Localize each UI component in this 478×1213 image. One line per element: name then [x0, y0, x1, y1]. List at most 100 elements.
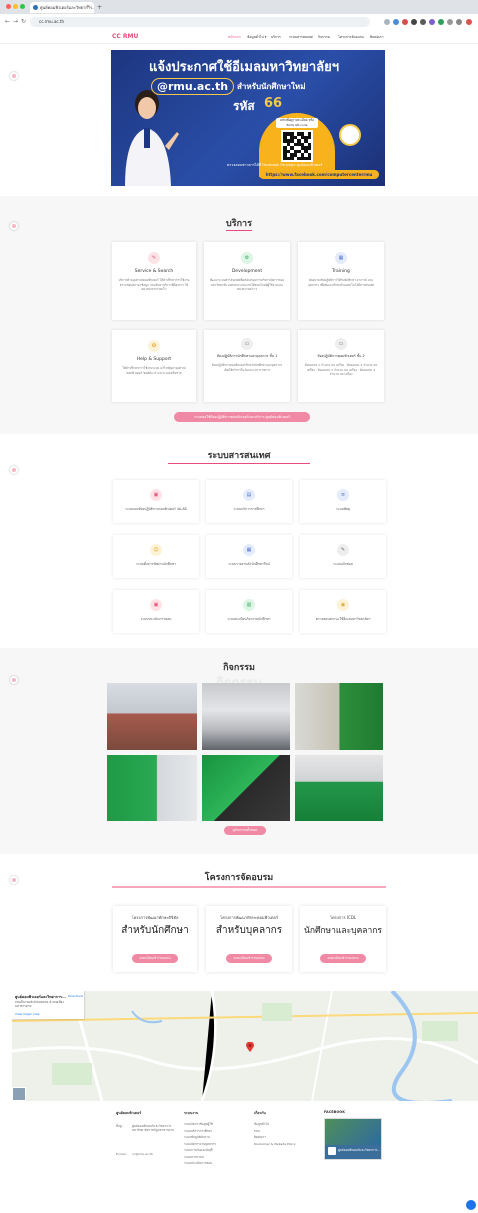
footer-link[interactable]: ระบบจัดการงานบุคลากร — [184, 1142, 248, 1147]
university-seal-icon — [339, 124, 361, 146]
card-title: Training — [332, 269, 350, 274]
google-map[interactable]: ศูนย์คอมพิวเตอร์และวิทยาการ... ถนนถีนานน… — [12, 991, 478, 1101]
map-satellite-toggle[interactable] — [12, 1087, 26, 1101]
nav-general-info[interactable]: ข้อมูลทั่วไป ▾ — [247, 32, 266, 42]
activity-photo[interactable] — [107, 683, 197, 750]
card-text: พัฒนาระบบสารสนเทศเพื่อสนับสนุนการบริหารจ… — [210, 278, 284, 292]
tab-close-icon[interactable]: ✕ — [86, 2, 90, 13]
nav-services[interactable]: บริการ — [271, 32, 281, 42]
map-marker-icon[interactable] — [246, 1037, 254, 1052]
extension-icon[interactable] — [402, 19, 408, 25]
footer-email-label: E-mail : — [116, 1152, 128, 1156]
tab-favicon-icon — [33, 5, 38, 10]
footer-email[interactable]: cc@rmu.ac.th — [132, 1152, 153, 1157]
footer-link[interactable]: ระบบการเงินและบัญชี — [184, 1148, 248, 1153]
activity-photo[interactable] — [295, 755, 383, 821]
service-card-development[interactable]: ⚙ Development พัฒนาระบบสารสนเทศเพื่อสนับ… — [204, 242, 290, 320]
card-title: Service & Search — [134, 269, 174, 274]
system-card[interactable]: ▤ ระบบบริการการศึกษา — [206, 480, 292, 523]
footer-link[interactable]: FAQ — [254, 1129, 318, 1134]
minimize-window-icon[interactable] — [13, 4, 18, 9]
nav-activities[interactable]: กิจกรรม — [318, 32, 330, 42]
system-card[interactable]: ▥ ระบบทะเบียนกิจกรรมนักศึกษา — [206, 590, 292, 633]
card-text: ห้องปฏิบัติการคอมพิวเตอร์สำหรับนักศึกษาแ… — [211, 363, 283, 372]
system-card[interactable]: ▣ ระบบจองห้องปฏิบัติการคอมพิวเตอร์ 4A-AB — [113, 480, 199, 523]
extension-icon[interactable] — [393, 19, 399, 25]
lab-booking-button[interactable]: ระบบขอใช้ห้องปฏิบัติการคอมพิวเตอร์และบริ… — [174, 412, 310, 422]
service-card-lab-floor1[interactable]: ▭ ห้องปฏิบัติการนักศึกษาและบุคลากร ชั้น … — [204, 330, 290, 402]
facebook-page-widget[interactable]: ศูนย์คอมพิวเตอร์และวิทยาการ... — [324, 1118, 382, 1160]
service-card-training[interactable]: ▦ Training จัดอบรมเชิงปฏิบัติการให้กับนั… — [298, 242, 384, 320]
system-card[interactable]: ☺ ระบบตั้งค่ารหัสผ่านนักศึกษา — [113, 535, 199, 578]
extension-icon[interactable] — [411, 19, 417, 25]
system-card-label: ระบบรายงานตัวนักศึกษาใหม่ — [228, 562, 270, 566]
register-button[interactable]: ลงทะเบียนเข้าร่วมอบรม — [320, 954, 366, 963]
training-card-students[interactable]: โครงการพัฒนาทักษะดิจิทัล สำหรับนักศึกษา … — [113, 906, 197, 972]
activity-photo[interactable] — [202, 683, 290, 750]
banner-subtitle: สำหรับนักศึกษาใหม่ — [237, 82, 306, 91]
chart-icon: ▦ — [335, 252, 347, 264]
footer-link[interactable]: ข้อมูลทั่วไป — [254, 1122, 318, 1127]
maximize-window-icon[interactable] — [20, 4, 25, 9]
system-card[interactable]: ◉ ตรวจสอบสถานะใช้อีเมลมหาวิทยาลัยฯ — [300, 590, 386, 633]
extension-icon[interactable] — [420, 19, 426, 25]
footer-link[interactable]: ระบบข้อมูลพนักงาน — [184, 1135, 248, 1140]
banner-code-value: 66 — [264, 96, 283, 111]
new-tab-icon[interactable]: + — [97, 2, 102, 13]
extension-icon[interactable] — [384, 19, 390, 25]
banner-fb-text: ตรวจสอบข่าวสารได้ที่ Facebook Fanpage ศู… — [227, 163, 323, 167]
nav-contact[interactable]: ติดต่อเรา — [370, 32, 384, 42]
activity-photo[interactable] — [202, 755, 290, 821]
browser-tab[interactable]: ศูนย์คอมพิวเตอร์และวิทยาการ... — [30, 2, 94, 13]
back-icon[interactable]: ← — [5, 17, 10, 27]
extensions-puzzle-icon[interactable] — [447, 19, 453, 25]
training-card-subtitle: โครงการ ICDL — [329, 915, 357, 920]
extension-icon[interactable] — [429, 19, 435, 25]
chat-widget-icon[interactable] — [466, 1200, 476, 1210]
footer-link[interactable]: Disclaimer & Website Policy — [254, 1142, 318, 1147]
register-button[interactable]: ลงทะเบียนเข้าร่วมอบรม — [132, 954, 178, 963]
profile-avatar[interactable] — [466, 19, 472, 25]
map-directions-link[interactable]: Directions — [68, 994, 83, 998]
footer-link[interactable]: ระบบจัดการข้อมูลผู้ใช้ — [184, 1122, 248, 1127]
floating-menu-icon[interactable] — [10, 466, 18, 474]
extension-icon[interactable] — [438, 19, 444, 25]
register-button[interactable]: ลงทะเบียนเข้าร่วมอบรม — [226, 954, 272, 963]
footer-link[interactable]: ระบบสารบรรณ — [184, 1155, 248, 1160]
training-card-icdl[interactable]: โครงการ ICDL นักศึกษาและบุคลากร ลงทะเบีย… — [300, 906, 386, 972]
forward-icon[interactable]: → — [13, 17, 18, 27]
services-title: บริการ — [226, 219, 252, 229]
training-card-staff[interactable]: โครงการพัฒนาทักษะคอมพิวเตอร์ สำหรับบุคลา… — [206, 906, 292, 972]
system-card[interactable]: ▣ ระบบประเมินการสอน — [113, 590, 199, 633]
address-bar[interactable]: cc.rmu.ac.th — [30, 17, 370, 27]
footer-address-label: ที่อยู่ : — [116, 1124, 124, 1128]
nav-training[interactable]: โครงการจัดอบรม — [338, 32, 364, 42]
map-larger-link[interactable]: View larger map — [15, 1012, 40, 1016]
service-card-help[interactable]: ✪ Help & Support ให้คำปรึกษาการใช้งานระบ… — [112, 330, 196, 402]
system-card[interactable]: ✎ ระบบแจ้งซ่อม — [300, 535, 386, 578]
footer-link[interactable]: ระบบบริการการศึกษา — [184, 1129, 248, 1134]
service-card-lab-floor2[interactable]: ▭ ห้องปฏิบัติการคอมพิวเตอร์ ชั้น 2 ห้องอ… — [298, 330, 384, 402]
site-logo[interactable]: CC RMU — [112, 32, 138, 42]
service-card-search[interactable]: ✎ Service & Search บริการด้านอุปกรณ์คอมพ… — [112, 242, 196, 320]
announcement-banner[interactable]: แจ้งประกาศใช้อีเมลมหาวิทยาลัยฯ @rmu.ac.t… — [111, 50, 385, 186]
close-window-icon[interactable] — [6, 4, 11, 9]
sidebar-icon[interactable] — [456, 19, 462, 25]
qr-code[interactable] — [281, 130, 313, 162]
training-card-heading: นักศึกษาและบุคลากร — [304, 926, 382, 936]
footer-link[interactable]: ระบบประเมินการสอน — [184, 1161, 248, 1166]
system-card[interactable]: ▦ ระบบรายงานตัวนักศึกษาใหม่ — [206, 535, 292, 578]
activity-photo[interactable] — [295, 683, 383, 750]
reload-icon[interactable]: ↻ — [21, 17, 26, 27]
footer-link[interactable]: ติดต่อเรา — [254, 1135, 318, 1140]
banner-email-domain: @rmu.ac.th — [151, 78, 235, 95]
banner-fb-url[interactable]: https://www.facebook.com/computercenterr… — [259, 170, 379, 179]
all-activities-button[interactable]: ดูกิจกรรมทั้งหมด — [224, 826, 266, 835]
nav-info-systems[interactable]: ระบบสารสนเทศ — [289, 32, 313, 42]
floating-menu-icon[interactable] — [10, 72, 18, 80]
card-title: Help & Support — [136, 357, 172, 362]
footer-col4-heading: FACEBOOK — [324, 1110, 345, 1114]
nav-home[interactable]: หน้าแรก — [228, 32, 241, 42]
activity-photo[interactable] — [107, 755, 197, 821]
system-card[interactable]: ≡ ระบบพัสดุ — [300, 480, 386, 523]
